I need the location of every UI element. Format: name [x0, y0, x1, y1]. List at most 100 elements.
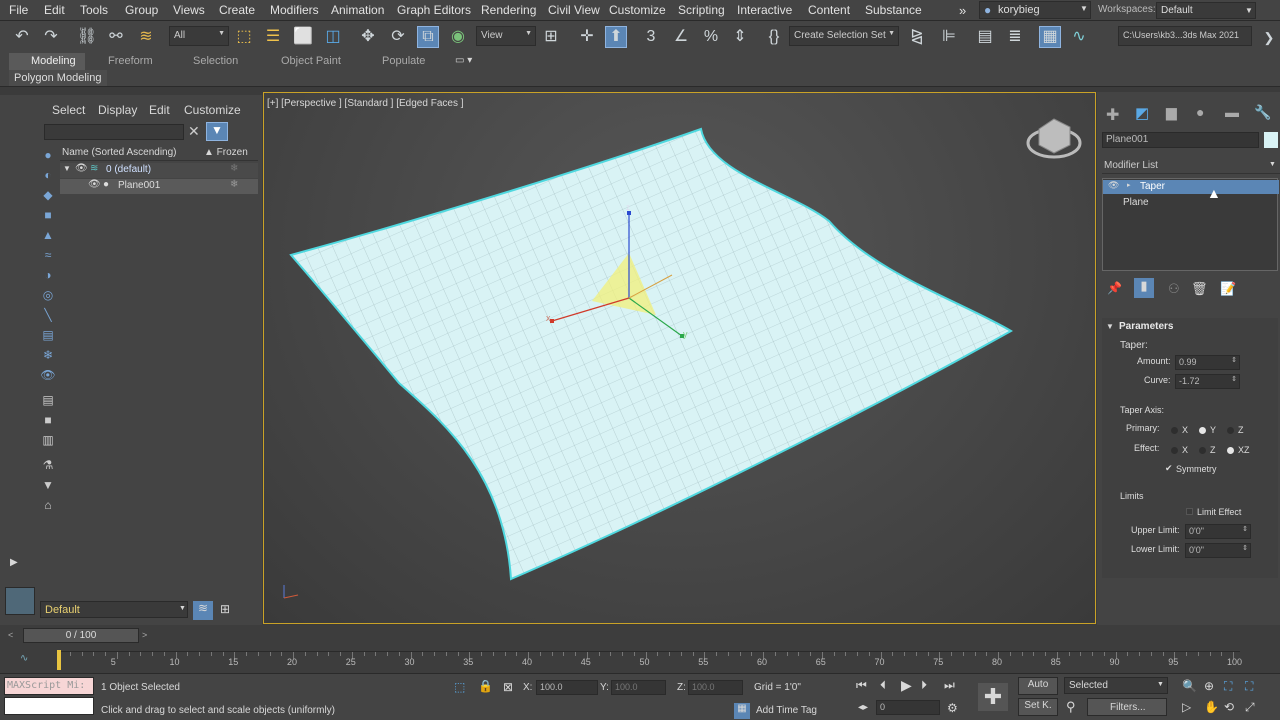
layer-explorer-icon[interactable]: ≣: [1004, 26, 1026, 48]
pan-icon[interactable]: ✋: [1204, 700, 1219, 714]
ribbon-options-icon[interactable]: ▭ ▾: [455, 55, 472, 66]
set-key-button[interactable]: Set K.: [1018, 698, 1058, 716]
select-object-icon[interactable]: ⬚: [233, 26, 255, 48]
menu-interactive[interactable]: Interactive: [737, 3, 792, 17]
goto-end-icon[interactable]: ⏭: [944, 678, 955, 693]
zoom-extents-icon[interactable]: ⛶: [1224, 679, 1232, 694]
tree-row-plane[interactable]: 👁 ● Plane001 ❄: [60, 179, 258, 194]
zoom-icon[interactable]: 🔍: [1182, 679, 1197, 693]
y-coordinate-field[interactable]: 100.0: [611, 680, 666, 695]
spinner-arrows-icon[interactable]: ⇕: [1242, 544, 1248, 552]
show-end-result-icon[interactable]: ▮: [1134, 278, 1154, 298]
perspective-viewport[interactable]: [+] [Perspective ] [Standard ] [Edged Fa…: [263, 92, 1096, 624]
modifier-list-dropdown[interactable]: Modifier List ▼: [1102, 158, 1280, 174]
curve-spinner[interactable]: -1.72 ⇕: [1175, 374, 1240, 389]
edit-named-selection-icon[interactable]: {}: [763, 26, 785, 48]
tab-modeling[interactable]: Modeling: [9, 53, 85, 70]
configure-modifiers-icon[interactable]: 📝: [1220, 281, 1236, 297]
set-key-icon[interactable]: ✚: [978, 683, 1008, 711]
funnel-icon[interactable]: ▼: [41, 478, 55, 492]
current-frame-field[interactable]: 0: [876, 700, 940, 715]
curve-editor-icon[interactable]: ∿: [1068, 26, 1090, 48]
modify-tab-icon[interactable]: ◩: [1135, 104, 1149, 122]
make-unique-icon[interactable]: ⚇: [1168, 281, 1180, 297]
menu-substance[interactable]: Substance: [865, 3, 922, 17]
utilities-tab-icon[interactable]: 🔧: [1254, 104, 1271, 121]
menu-content[interactable]: Content: [808, 3, 850, 17]
pin-stack-icon[interactable]: 📌: [1107, 281, 1122, 295]
rollout-title[interactable]: Parameters: [1119, 321, 1173, 332]
rectangular-region-icon[interactable]: ⬜: [292, 26, 314, 48]
menu-animation[interactable]: Animation: [331, 3, 384, 17]
track-bar[interactable]: 5 10 15 20 25 30 35 40 45 50 55 60 65 70 75 80 85 90 95 100: [58, 651, 1242, 671]
polygon-modeling-panel[interactable]: Polygon Modeling: [9, 70, 107, 86]
reference-coordinate-dropdown[interactable]: View ▼: [476, 26, 536, 46]
create-selection-set-dropdown[interactable]: Create Selection Set ▼: [789, 26, 899, 46]
user-dropdown[interactable]: ● korybieg ▼: [979, 1, 1091, 19]
menu-modifiers[interactable]: Modifiers: [270, 3, 319, 17]
scale-icon[interactable]: ⧉: [417, 26, 439, 48]
zoom-all-icon[interactable]: ⊕: [1204, 679, 1214, 693]
lights-filter-icon[interactable]: ■: [41, 208, 55, 222]
previous-frame-icon[interactable]: ⏴: [880, 678, 886, 693]
paint-icon[interactable]: ⚗: [41, 458, 55, 472]
spinner-snap-icon[interactable]: ⇕: [729, 26, 751, 48]
unlink-icon[interactable]: ⚯: [105, 26, 127, 48]
next-frame-icon[interactable]: ⏵: [921, 678, 927, 693]
effect-xz-radio[interactable]: [1227, 447, 1234, 454]
display-all-icon[interactable]: ●: [41, 148, 55, 162]
eye-icon[interactable]: 👁: [88, 179, 101, 190]
col-frozen-header[interactable]: ▲ Frozen: [204, 147, 248, 158]
lock-icon[interactable]: 🔒: [478, 679, 493, 693]
menu-group[interactable]: Group: [125, 3, 158, 17]
percent-snap-icon[interactable]: %: [700, 26, 722, 48]
goto-start-icon[interactable]: ⏮: [856, 678, 867, 693]
bones-filter-icon[interactable]: ▤: [41, 328, 55, 342]
link-icon[interactable]: ⛓: [76, 26, 98, 48]
groups-filter-icon[interactable]: ◎: [41, 288, 55, 302]
effect-x-radio[interactable]: [1171, 447, 1178, 454]
eye-icon[interactable]: 👁: [1108, 180, 1119, 191]
menu-rendering[interactable]: Rendering: [481, 3, 536, 17]
primary-y-radio[interactable]: [1199, 427, 1206, 434]
hierarchy-tab-icon[interactable]: ▆: [1166, 104, 1177, 121]
geometry-filter-icon[interactable]: ◐: [41, 168, 55, 182]
filters-button[interactable]: Filters...: [1087, 698, 1167, 716]
select-manipulate-icon[interactable]: ✛: [576, 26, 598, 48]
menu-file[interactable]: File: [9, 3, 28, 17]
time-marker[interactable]: [57, 650, 61, 670]
object-color-swatch[interactable]: [1264, 132, 1278, 148]
time-tag-icon[interactable]: ▦: [734, 703, 750, 719]
isolate-selection-icon[interactable]: ⬚: [454, 680, 465, 694]
warps-filter-icon[interactable]: ◑: [41, 268, 55, 282]
maxscript-listener[interactable]: MAXScript Mi:: [4, 677, 94, 695]
ribbon-toggle-icon[interactable]: ▦: [1039, 26, 1061, 48]
eye-icon[interactable]: 👁: [75, 163, 88, 174]
filter-icon[interactable]: ▼: [206, 122, 228, 141]
x-coordinate-field[interactable]: 100.0: [536, 680, 598, 695]
cameras-filter-icon[interactable]: ▲: [41, 228, 55, 242]
display-tab-icon[interactable]: ▬: [1225, 104, 1239, 120]
maximize-viewport-icon[interactable]: ⤢: [1245, 700, 1255, 715]
pivot-center-icon[interactable]: ⊞: [540, 26, 562, 48]
angle-snap-icon[interactable]: ∠: [670, 26, 692, 48]
chevron-right-icon[interactable]: >: [142, 630, 147, 640]
primary-x-radio[interactable]: [1171, 427, 1178, 434]
select-by-name-icon[interactable]: ☰: [262, 26, 284, 48]
chevron-down-icon[interactable]: ▼: [1106, 322, 1114, 331]
scene-explorer-toggle-icon[interactable]: ▤: [974, 26, 996, 48]
play-explorer-icon[interactable]: ▶: [10, 557, 18, 568]
delete-modifier-icon[interactable]: 🗑: [1191, 281, 1208, 297]
tree-row-layer[interactable]: ▼ 👁 ≋ 0 (default) ❄: [60, 163, 258, 178]
bind-space-warp-icon[interactable]: ≋: [135, 26, 157, 48]
explorer-color-swatch[interactable]: [5, 587, 35, 615]
key-set-dropdown[interactable]: Selected ▼: [1064, 677, 1168, 694]
menu-customize[interactable]: Customize: [609, 3, 666, 17]
explorer-menu-display[interactable]: Display: [98, 103, 137, 117]
key-filters-icon[interactable]: ⚲: [1066, 699, 1076, 715]
key-mode-icon[interactable]: ◂▸: [858, 702, 868, 713]
auto-key-button[interactable]: Auto: [1018, 677, 1058, 695]
document-icon[interactable]: ▥: [41, 433, 55, 447]
redo-icon[interactable]: ↷: [40, 26, 62, 48]
menu-views[interactable]: Views: [173, 3, 205, 17]
